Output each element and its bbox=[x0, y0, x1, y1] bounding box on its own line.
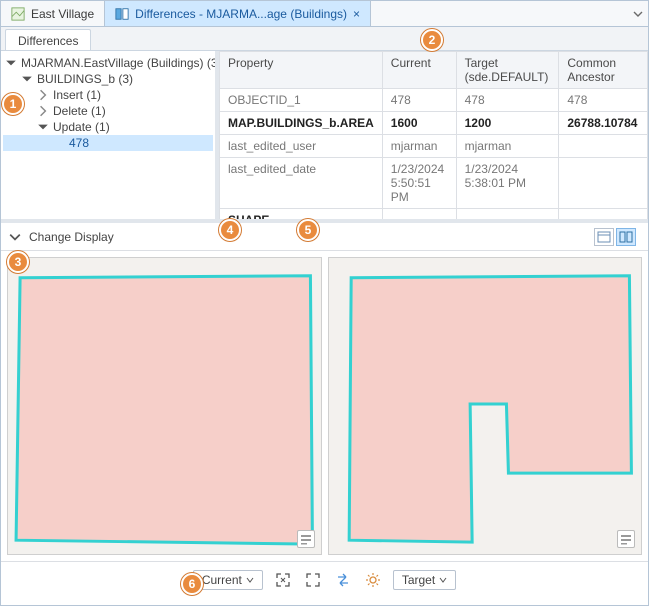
tab-label: Differences - MJARMA...age (Buildings) bbox=[135, 7, 347, 21]
table-cell bbox=[559, 158, 648, 209]
table-cell: 478 bbox=[456, 89, 559, 112]
chevron-down-icon bbox=[439, 576, 447, 584]
tab-overflow-menu[interactable] bbox=[628, 1, 648, 26]
swap-icon[interactable] bbox=[333, 570, 353, 590]
table-cell: last_edited_user bbox=[220, 135, 383, 158]
tree-insert[interactable]: Insert (1) bbox=[3, 87, 213, 103]
table-cell: OBJECTID_1 bbox=[220, 89, 383, 112]
table-cell: 26788.10784 bbox=[559, 112, 648, 135]
tree-label: Insert (1) bbox=[53, 88, 101, 102]
table-cell bbox=[559, 135, 648, 158]
tree-label: Delete (1) bbox=[53, 104, 106, 118]
target-dropdown[interactable]: Target bbox=[393, 570, 456, 590]
subtab-differences[interactable]: Differences bbox=[5, 29, 91, 50]
col-target[interactable]: Target (sde.DEFAULT) bbox=[456, 52, 559, 89]
dropdown-label: Target bbox=[402, 573, 435, 587]
table-cell: mjarman bbox=[456, 135, 559, 158]
highlight-icon[interactable] bbox=[363, 570, 383, 590]
table-cell bbox=[456, 209, 559, 220]
tab-label: East Village bbox=[31, 7, 94, 21]
map-icon bbox=[11, 7, 25, 21]
table-row[interactable]: last_edited_date1/23/2024 5:50:51 PM1/23… bbox=[220, 158, 648, 209]
tab-eastvillage[interactable]: East Village bbox=[1, 1, 105, 26]
chevron-down-icon[interactable] bbox=[9, 231, 21, 243]
table-row[interactable]: OBJECTID_1478478478 bbox=[220, 89, 648, 112]
tab-differences[interactable]: Differences - MJARMA...age (Buildings) × bbox=[105, 1, 371, 26]
table-row[interactable]: SHAPE bbox=[220, 209, 648, 220]
bottom-toolbar: Current Target bbox=[1, 561, 648, 597]
table-cell: SHAPE bbox=[220, 209, 383, 220]
table-row[interactable]: last_edited_usermjarmanmjarman bbox=[220, 135, 648, 158]
table-cell: MAP.BUILDINGS_b.AREA bbox=[220, 112, 383, 135]
callout-6: 6 bbox=[181, 573, 203, 595]
expand-icon bbox=[37, 121, 49, 133]
table-cell: 1600 bbox=[382, 112, 456, 135]
table-cell: mjarman bbox=[382, 135, 456, 158]
tree-item-selected[interactable]: 478 bbox=[3, 135, 213, 151]
tree-pane: MJARMAN.EastVillage (Buildings) (3) BUIL… bbox=[1, 51, 219, 219]
callout-3: 3 bbox=[7, 251, 29, 273]
change-display-header: Change Display bbox=[1, 223, 648, 251]
table-cell bbox=[382, 209, 456, 220]
table-row[interactable]: MAP.BUILDINGS_b.AREA1600120026788.10784 bbox=[220, 112, 648, 135]
diff-table: Property Current Target (sde.DEFAULT) Co… bbox=[219, 51, 648, 219]
top-panel: MJARMAN.EastVillage (Buildings) (3) BUIL… bbox=[1, 51, 648, 223]
callout-1: 1 bbox=[2, 93, 24, 115]
change-display-body bbox=[1, 251, 648, 561]
table-cell: 1200 bbox=[456, 112, 559, 135]
chevron-down-icon bbox=[246, 576, 254, 584]
tree-delete[interactable]: Delete (1) bbox=[3, 103, 213, 119]
window-tabbar: East Village Differences - MJARMA...age … bbox=[1, 1, 648, 27]
current-dropdown[interactable]: Current bbox=[193, 570, 263, 590]
subtabbar: Differences bbox=[1, 27, 648, 51]
view-toggle bbox=[594, 228, 636, 246]
table-cell: 478 bbox=[559, 89, 648, 112]
table-cell bbox=[559, 209, 648, 220]
close-icon[interactable]: × bbox=[353, 7, 360, 21]
col-ancestor[interactable]: Common Ancestor bbox=[559, 52, 648, 89]
collapse-icon bbox=[37, 89, 49, 101]
tree-label: 478 bbox=[69, 136, 89, 150]
diff-icon bbox=[115, 7, 129, 21]
change-display-title: Change Display bbox=[29, 230, 114, 244]
tree-root[interactable]: MJARMAN.EastVillage (Buildings) (3) bbox=[3, 55, 213, 71]
target-map[interactable] bbox=[328, 257, 643, 555]
dropdown-label: Current bbox=[202, 573, 242, 587]
table-cell: 478 bbox=[382, 89, 456, 112]
tree-label: BUILDINGS_b (3) bbox=[37, 72, 133, 86]
zoom-extent-icon[interactable] bbox=[303, 570, 323, 590]
zoom-fit-icon[interactable] bbox=[273, 570, 293, 590]
callout-5: 5 bbox=[297, 219, 319, 241]
map-menu-icon[interactable] bbox=[617, 530, 635, 548]
expand-icon bbox=[21, 73, 33, 85]
tree-label: MJARMAN.EastVillage (Buildings) (3) bbox=[21, 56, 219, 70]
split-view-button[interactable] bbox=[616, 228, 636, 246]
collapse-icon bbox=[37, 105, 49, 117]
callout-4: 4 bbox=[219, 219, 241, 241]
map-menu-icon[interactable] bbox=[297, 530, 315, 548]
table-cell: 1/23/2024 5:50:51 PM bbox=[382, 158, 456, 209]
col-property[interactable]: Property bbox=[220, 52, 383, 89]
tree-label: Update (1) bbox=[53, 120, 110, 134]
col-current[interactable]: Current bbox=[382, 52, 456, 89]
single-view-button[interactable] bbox=[594, 228, 614, 246]
table-cell: 1/23/2024 5:38:01 PM bbox=[456, 158, 559, 209]
tree-layer[interactable]: BUILDINGS_b (3) bbox=[3, 71, 213, 87]
table-cell: last_edited_date bbox=[220, 158, 383, 209]
tree-update[interactable]: Update (1) bbox=[3, 119, 213, 135]
expand-icon bbox=[5, 57, 17, 69]
callout-2: 2 bbox=[421, 29, 443, 51]
current-map[interactable] bbox=[7, 257, 322, 555]
diff-table-pane: Property Current Target (sde.DEFAULT) Co… bbox=[219, 51, 648, 219]
